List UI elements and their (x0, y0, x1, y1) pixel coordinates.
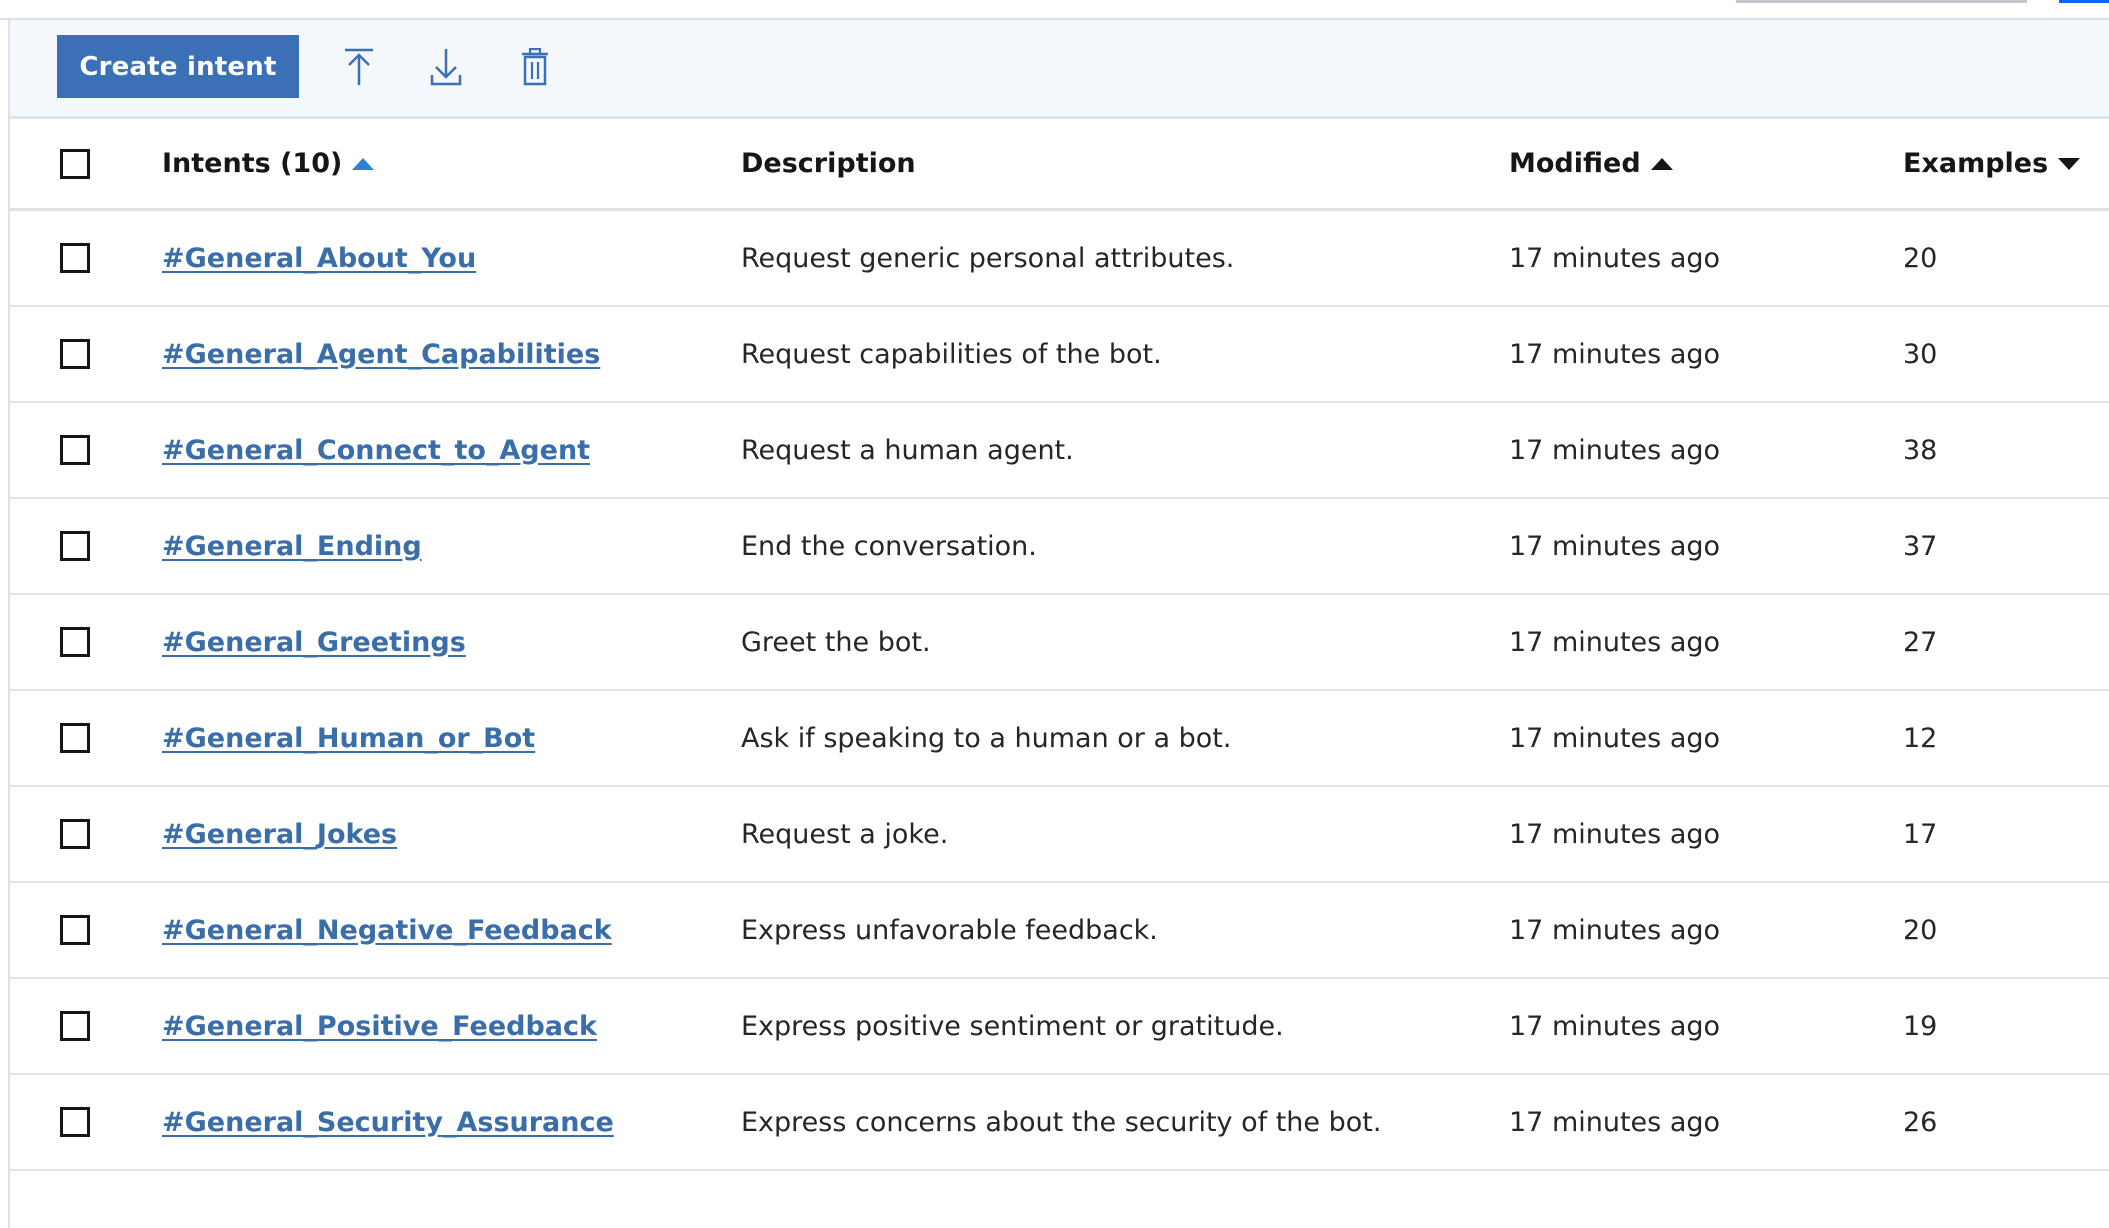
sort-descending-icon (2058, 157, 2081, 170)
table-row: #General_Negative_Feedback Express unfavo… (10, 883, 2109, 979)
intents-table: Intents (10) Description Modified Exampl… (10, 119, 2109, 1171)
intent-modified: 17 minutes ago (1509, 338, 1721, 370)
table-row: #General_Connect_to_Agent Request a human… (10, 403, 2109, 499)
intent-modified: 17 minutes ago (1509, 818, 1721, 850)
intent-example-count: 37 (1903, 530, 1938, 562)
intent-example-count: 19 (1903, 1010, 1938, 1042)
column-header-description: Description (741, 119, 916, 208)
table-row: #General_Security_Assurance Express conce… (10, 1075, 2109, 1171)
intent-link[interactable]: #General_Negative_Feedback (162, 915, 612, 946)
row-checkbox[interactable] (60, 915, 90, 945)
intent-modified: 17 minutes ago (1509, 1106, 1721, 1138)
intent-description: Request a human agent. (741, 434, 1074, 466)
intent-example-count: 12 (1903, 722, 1938, 754)
intent-name-cell: #General_About_You (162, 211, 476, 305)
intent-name-cell: #General_Human_or_Bot (162, 691, 535, 785)
intents-toolbar: Create intent (10, 20, 2109, 119)
top-tab-indicator[interactable] (1736, 0, 2027, 3)
intent-link[interactable]: #General_Agent_Capabilities (162, 339, 600, 370)
sort-ascending-icon (352, 157, 375, 170)
intent-link[interactable]: #General_Jokes (162, 819, 397, 850)
intent-name-cell: #General_Agent_Capabilities (162, 307, 600, 401)
intent-link[interactable]: #General_Greetings (162, 627, 466, 658)
intent-description: Request a joke. (741, 818, 949, 850)
intent-modified: 17 minutes ago (1509, 242, 1721, 274)
column-header-examples-label: Examples (1903, 148, 2049, 179)
table-row: #General_Positive_Feedback Express positi… (10, 979, 2109, 1075)
intent-modified: 17 minutes ago (1509, 722, 1721, 754)
intent-description: Express unfavorable feedback. (741, 914, 1158, 946)
column-header-modified[interactable]: Modified (1509, 119, 1673, 208)
top-tab-active-indicator[interactable] (2059, 0, 2109, 3)
intent-name-cell: #General_Positive_Feedback (162, 979, 597, 1073)
intent-link[interactable]: #General_Ending (162, 531, 422, 562)
intent-modified: 17 minutes ago (1509, 530, 1721, 562)
intent-example-count: 17 (1903, 818, 1938, 850)
intent-name-cell: #General_Ending (162, 499, 422, 593)
table-row: #General_About_You Request generic person… (10, 211, 2109, 307)
sort-ascending-icon (1650, 157, 1673, 170)
table-body: #General_About_You Request generic person… (10, 211, 2109, 1171)
intent-example-count: 27 (1903, 626, 1938, 658)
column-header-examples[interactable]: Examples (1903, 119, 2081, 208)
intent-name-cell: #General_Jokes (162, 787, 397, 881)
intent-description: End the conversation. (741, 530, 1037, 562)
trash-icon[interactable] (511, 43, 559, 91)
download-icon[interactable] (422, 43, 470, 91)
table-row: #General_Ending End the conversation. 17 m… (10, 499, 2109, 595)
intent-link[interactable]: #General_Connect_to_Agent (162, 435, 590, 466)
intent-example-count: 20 (1903, 914, 1938, 946)
column-header-intents-label: Intents (10) (162, 148, 343, 179)
column-header-intents[interactable]: Intents (10) (162, 119, 375, 208)
intent-modified: 17 minutes ago (1509, 914, 1721, 946)
intent-description: Express positive sentiment or gratitude. (741, 1010, 1284, 1042)
create-intent-button[interactable]: Create intent (57, 35, 299, 98)
intent-example-count: 26 (1903, 1106, 1938, 1138)
table-row: #General_Human_or_Bot Ask if speaking to … (10, 691, 2109, 787)
intent-name-cell: #General_Security_Assurance (162, 1075, 614, 1169)
intent-example-count: 20 (1903, 242, 1938, 274)
table-header: Intents (10) Description Modified Exampl… (10, 119, 2109, 211)
intent-name-cell: #General_Greetings (162, 595, 466, 689)
intent-name-cell: #General_Negative_Feedback (162, 883, 612, 977)
intent-link[interactable]: #General_Positive_Feedback (162, 1011, 597, 1042)
intent-name-cell: #General_Connect_to_Agent (162, 403, 590, 497)
row-checkbox[interactable] (60, 435, 90, 465)
table-row: #General_Greetings Greet the bot. 17 minut… (10, 595, 2109, 691)
intent-link[interactable]: #General_Human_or_Bot (162, 723, 535, 754)
column-header-modified-label: Modified (1509, 148, 1641, 179)
intent-modified: 17 minutes ago (1509, 434, 1721, 466)
intent-description: Request generic personal attributes. (741, 242, 1235, 274)
row-checkbox[interactable] (60, 243, 90, 273)
top-chrome (0, 0, 2109, 20)
intent-description: Ask if speaking to a human or a bot. (741, 722, 1232, 754)
row-checkbox[interactable] (60, 339, 90, 369)
intents-page: Create intent Intents (10) Description M… (0, 0, 2109, 1228)
upload-icon[interactable] (335, 43, 383, 91)
intent-example-count: 30 (1903, 338, 1938, 370)
select-all-checkbox[interactable] (60, 148, 90, 179)
row-checkbox[interactable] (60, 627, 90, 657)
intent-description: Express concerns about the security of t… (741, 1106, 1382, 1138)
intent-modified: 17 minutes ago (1509, 626, 1721, 658)
intent-example-count: 38 (1903, 434, 1938, 466)
row-checkbox[interactable] (60, 723, 90, 753)
row-checkbox[interactable] (60, 1107, 90, 1137)
intent-link[interactable]: #General_About_You (162, 243, 476, 274)
table-row: #General_Agent_Capabilities Request capab… (10, 307, 2109, 403)
table-row: #General_Jokes Request a joke. 17 minutes … (10, 787, 2109, 883)
row-checkbox[interactable] (60, 819, 90, 849)
column-header-description-label: Description (741, 148, 916, 179)
intent-description: Request capabilities of the bot. (741, 338, 1162, 370)
intent-modified: 17 minutes ago (1509, 1010, 1721, 1042)
intent-description: Greet the bot. (741, 626, 931, 658)
row-checkbox[interactable] (60, 1011, 90, 1041)
intent-link[interactable]: #General_Security_Assurance (162, 1107, 614, 1138)
row-checkbox[interactable] (60, 531, 90, 561)
